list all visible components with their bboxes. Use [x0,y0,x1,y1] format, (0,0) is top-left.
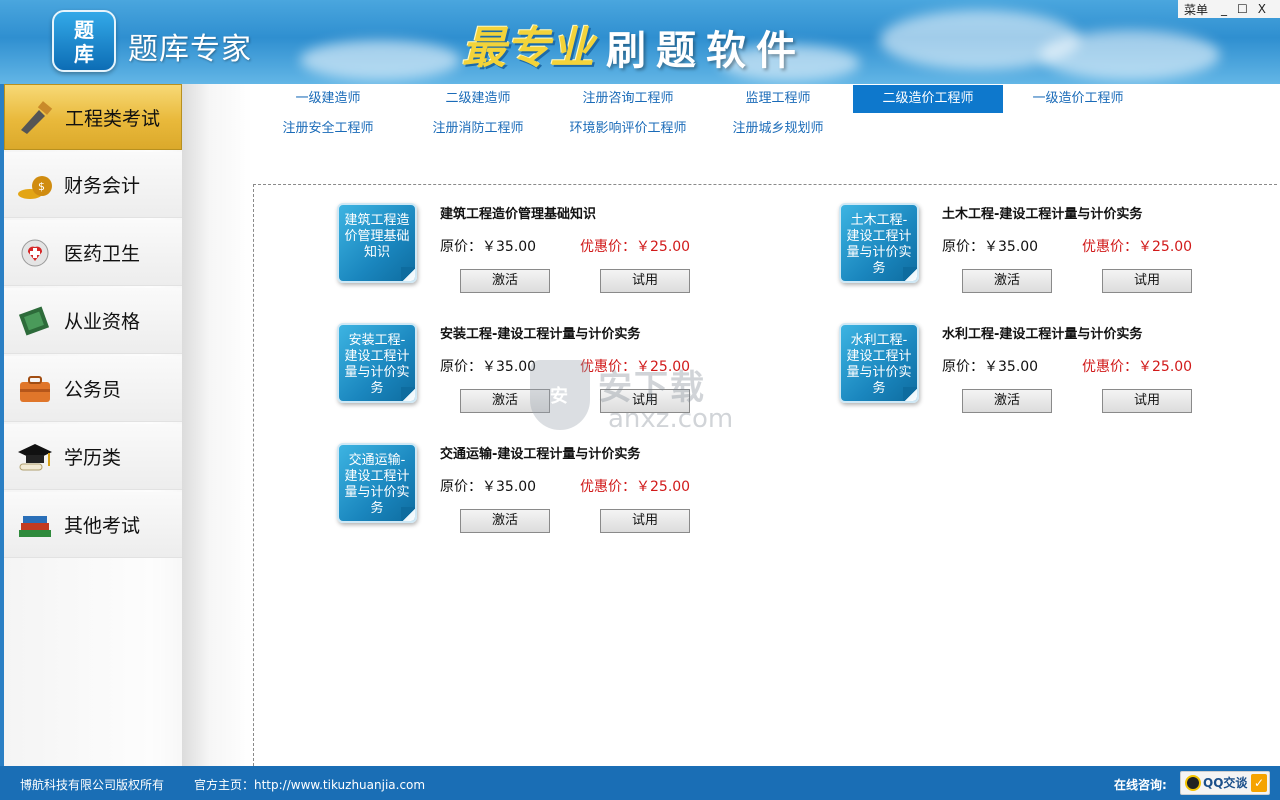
course-cover[interactable]: 交通运输-建设工程计量与计价实务 [337,443,417,523]
brand-slogan: 最专业 [462,23,594,74]
qq-chat-button[interactable]: QQ交谈 ✓ [1180,771,1270,795]
briefcase-icon [16,372,54,406]
course-title: 安装工程-建设工程计量与计价实务 [440,327,641,342]
header-banner: 题 库 题库专家 最专业 刷题软件 菜单 _ ☐ X [0,0,1280,84]
tab-first-class-constructor[interactable]: 一级建造师 [253,85,403,113]
trial-button[interactable]: 试用 [600,389,690,413]
activate-button[interactable]: 激活 [962,269,1052,293]
window-controls: 菜单 _ ☐ X [1178,0,1280,18]
trial-button[interactable]: 试用 [600,269,690,293]
qq-penguin-icon [1185,775,1201,791]
checkmark-icon: ✓ [1251,774,1267,792]
sidebar-item-other[interactable]: 其他考试 [4,492,182,558]
svg-text:$: $ [38,180,45,193]
original-price: 原价：￥35.00 [440,239,537,255]
original-price: 原价：￥35.00 [942,239,1039,255]
logo-char-1: 题 [74,18,94,42]
course-cover[interactable]: 建筑工程造价管理基础知识 [337,203,417,283]
original-price: 原价：￥35.00 [440,359,537,375]
course-card: 安装工程-建设工程计量与计价实务 安装工程-建设工程计量与计价实务 原价：￥35… [337,323,717,423]
tab-second-class-cost-engineer[interactable]: 二级造价工程师 [853,85,1003,113]
tab-first-class-cost-engineer[interactable]: 一级造价工程师 [1003,85,1153,113]
discount-price: 优惠价：￥25.00 [580,239,691,255]
course-card: 土木工程-建设工程计量与计价实务 土木工程-建设工程计量与计价实务 原价：￥35… [839,203,1219,303]
online-consult-label: 在线咨询: [1114,778,1167,792]
sidebar-item-finance[interactable]: $ 财务会计 [4,152,182,218]
footer-bar: 博航科技有限公司版权所有 官方主页：http://www.tikuzhuanji… [0,766,1280,800]
sidebar-item-medical[interactable]: 医药卫生 [4,220,182,286]
activate-button[interactable]: 激活 [962,389,1052,413]
copyright-text: 博航科技有限公司版权所有 [20,778,165,792]
tab-urban-planner[interactable]: 注册城乡规划师 [703,115,853,143]
sidebar-item-label: 学历类 [64,447,122,469]
course-list-panel: 建筑工程造价管理基础知识 建筑工程造价管理基础知识 原价：￥35.00 优惠价：… [253,184,1277,766]
sidebar-item-engineering[interactable]: 工程类考试 [4,84,182,150]
homepage-link[interactable]: 官方主页：http://www.tikuzhuanjia.com [194,776,425,793]
logo-char-2: 库 [74,42,94,66]
books-icon [16,508,54,542]
banner-title: 刷题软件 [606,28,806,74]
course-card: 水利工程-建设工程计量与计价实务 水利工程-建设工程计量与计价实务 原价：￥35… [839,323,1219,423]
activate-button[interactable]: 激活 [460,389,550,413]
course-title: 土木工程-建设工程计量与计价实务 [942,207,1143,222]
sidebar-item-label: 财务会计 [64,175,141,197]
course-card: 交通运输-建设工程计量与计价实务 交通运输-建设工程计量与计价实务 原价：￥35… [337,443,717,543]
sidebar-item-degree[interactable]: 学历类 [4,424,182,490]
sidebar-item-qualification[interactable]: 从业资格 [4,288,182,354]
tab-environmental-engineer[interactable]: 环境影响评价工程师 [553,115,703,143]
trowel-icon [17,100,55,134]
graduation-cap-icon [16,440,54,474]
tab-supervising-engineer[interactable]: 监理工程师 [703,85,853,113]
course-cover[interactable]: 土木工程-建设工程计量与计价实务 [839,203,919,283]
tab-consulting-engineer[interactable]: 注册咨询工程师 [553,85,703,113]
discount-price: 优惠价：￥25.00 [580,359,691,375]
minimize-button[interactable]: _ [1216,2,1232,16]
activate-button[interactable]: 激活 [460,509,550,533]
sidebar-item-label: 公务员 [64,379,122,401]
sidebar-item-label: 工程类考试 [65,107,161,130]
qq-chat-label: QQ交谈 [1203,776,1248,790]
sidebar-item-civil-servant[interactable]: 公务员 [4,356,182,422]
medical-icon [16,236,54,270]
tab-fire-engineer[interactable]: 注册消防工程师 [403,115,553,143]
trial-button[interactable]: 试用 [1102,389,1192,413]
app-logo: 题 库 [52,10,116,72]
app-window: 题 库 题库专家 最专业 刷题软件 菜单 _ ☐ X 工程类考试 $ 财务会计 … [0,0,1280,800]
close-button[interactable]: X [1253,2,1271,16]
original-price: 原价：￥35.00 [942,359,1039,375]
sidebar-item-label: 医药卫生 [64,243,141,265]
trial-button[interactable]: 试用 [600,509,690,533]
discount-price: 优惠价：￥25.00 [580,479,691,495]
activate-button[interactable]: 激活 [460,269,550,293]
tab-safety-engineer[interactable]: 注册安全工程师 [253,115,403,143]
tab-second-class-constructor[interactable]: 二级建造师 [403,85,553,113]
course-title: 水利工程-建设工程计量与计价实务 [942,327,1143,342]
sidebar-item-label: 从业资格 [64,311,141,333]
sidebar-item-label: 其他考试 [64,515,141,537]
certificate-icon [16,304,54,338]
maximize-button[interactable]: ☐ [1232,2,1253,16]
course-title: 建筑工程造价管理基础知识 [440,207,597,222]
discount-price: 优惠价：￥25.00 [1082,359,1193,375]
trial-button[interactable]: 试用 [1102,269,1192,293]
course-cover[interactable]: 水利工程-建设工程计量与计价实务 [839,323,919,403]
course-cover[interactable]: 安装工程-建设工程计量与计价实务 [337,323,417,403]
course-card: 建筑工程造价管理基础知识 建筑工程造价管理基础知识 原价：￥35.00 优惠价：… [337,203,717,303]
sidebar-shadow [182,84,252,766]
menu-button[interactable]: 菜单 [1178,1,1216,18]
course-title: 交通运输-建设工程计量与计价实务 [440,447,641,462]
money-bag-icon: $ [16,168,54,202]
discount-price: 优惠价：￥25.00 [1082,239,1193,255]
app-name: 题库专家 [128,32,252,67]
original-price: 原价：￥35.00 [440,479,537,495]
